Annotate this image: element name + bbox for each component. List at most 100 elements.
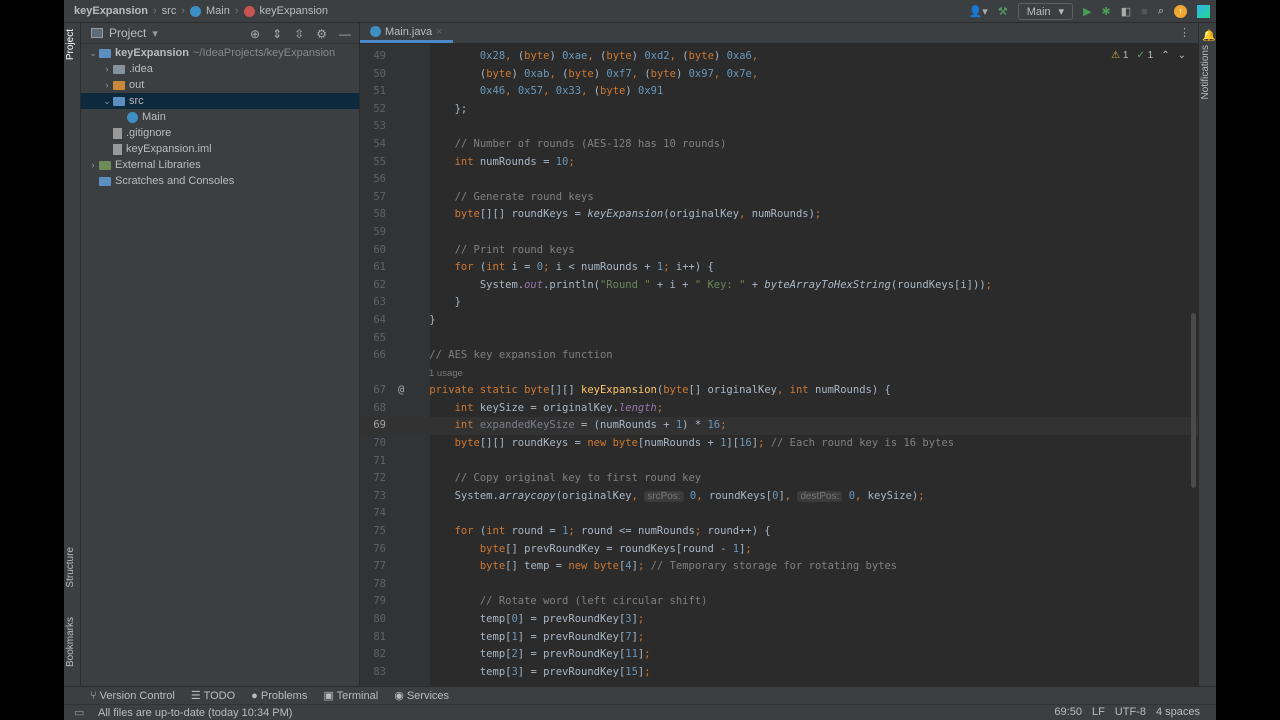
code-line[interactable]: 61 for (int i = 0; i < numRounds + 1; i+… <box>360 259 1198 277</box>
code-line[interactable]: 76 byte[] prevRoundKey = roundKeys[round… <box>360 541 1198 559</box>
tree-item[interactable]: ⌄ keyExpansion ~/IdeaProjects/keyExpansion <box>81 45 359 61</box>
code-token: for <box>404 525 480 538</box>
update-icon[interactable]: ↑ <box>1174 5 1187 18</box>
locate-icon[interactable]: ⊕ <box>250 27 260 41</box>
code-line[interactable]: 79 // Rotate word (left circular shift) <box>360 593 1198 611</box>
stop-icon[interactable]: ■ <box>1141 6 1148 18</box>
code-line[interactable]: 74 <box>360 505 1198 523</box>
tree-item[interactable]: › External Libraries <box>81 157 359 173</box>
code-line[interactable]: 50 (byte) 0xab, (byte) 0xf7, (byte) 0x97… <box>360 66 1198 84</box>
editor-scrollbar[interactable] <box>1191 313 1196 488</box>
vcs-user-icon[interactable]: 👤▾ <box>969 5 988 18</box>
code-line[interactable]: 67 private static byte[][] keyExpansion(… <box>360 382 1198 400</box>
code-line[interactable]: 55 int numRounds = 10; <box>360 154 1198 172</box>
gear-icon[interactable]: ⚙ <box>316 27 327 41</box>
code-line[interactable]: 63 } <box>360 294 1198 312</box>
code-line[interactable]: 71 <box>360 453 1198 471</box>
breadcrumb-src[interactable]: src <box>162 5 177 17</box>
code-line[interactable]: 83 temp[3] = prevRoundKey[15]; <box>360 664 1198 682</box>
project-view-select[interactable]: Project <box>109 26 146 40</box>
expand-arrow-icon[interactable]: › <box>101 64 113 74</box>
code-line[interactable]: 77 byte[] temp = new byte[4]; // Tempora… <box>360 558 1198 576</box>
more-icon[interactable]: ⋮ <box>1179 26 1190 39</box>
tree-item[interactable]: Main <box>81 109 359 125</box>
ide-logo-icon[interactable] <box>1197 5 1210 18</box>
problems-button[interactable]: ● Problems <box>251 690 307 702</box>
code-line[interactable]: 49 0x28, (byte) 0xae, (byte) 0xd2, (byte… <box>360 48 1198 66</box>
code-line[interactable]: 62 System.out.println("Round " + i + " K… <box>360 277 1198 295</box>
warning-count[interactable]: ⚠ 1 <box>1111 50 1128 61</box>
breadcrumb-project[interactable]: keyExpansion <box>74 5 148 17</box>
tree-item[interactable]: keyExpansion.iml <box>81 141 359 157</box>
file-encoding[interactable]: UTF-8 <box>1115 706 1146 718</box>
tree-item[interactable]: Scratches and Consoles <box>81 173 359 189</box>
bookmarks-tool-button[interactable]: Bookmarks <box>65 617 76 667</box>
code-line[interactable]: 69 int expandedKeySize = (numRounds + 1)… <box>360 417 1198 436</box>
expand-arrow-icon[interactable]: › <box>87 160 99 170</box>
run-icon[interactable]: ▶ <box>1083 5 1091 18</box>
collapse-all-icon[interactable]: ⇳ <box>294 27 304 41</box>
code-line[interactable]: 52 }; <box>360 101 1198 119</box>
code-line[interactable]: 70 byte[][] roundKeys = new byte[numRoun… <box>360 435 1198 453</box>
ok-count[interactable]: ✓ 1 <box>1136 50 1153 61</box>
todo-button[interactable]: ☰ TODO <box>191 689 235 702</box>
build-hammer-icon[interactable]: ⚒ <box>998 5 1008 18</box>
notifications-tool-button[interactable]: Notifications <box>1200 45 1211 99</box>
breadcrumb-method[interactable]: keyExpansion <box>260 5 329 17</box>
code-line[interactable]: 78 <box>360 576 1198 594</box>
code-line[interactable]: 72 // Copy original key to first round k… <box>360 470 1198 488</box>
code-line[interactable]: 68 int keySize = originalKey.length; <box>360 400 1198 418</box>
tab-main-java[interactable]: Main.java × <box>360 23 453 43</box>
line-separator[interactable]: LF <box>1092 706 1105 718</box>
prev-highlight-icon[interactable]: ⌃ <box>1161 50 1169 61</box>
code-line[interactable]: 81 temp[1] = prevRoundKey[7]; <box>360 629 1198 647</box>
expand-arrow-icon[interactable]: › <box>101 80 113 90</box>
notifications-icon[interactable]: 🔔 <box>1202 29 1216 42</box>
debug-icon[interactable]: ✱ <box>1102 5 1111 18</box>
tree-item[interactable]: › out <box>81 77 359 93</box>
version-control-button[interactable]: ⑂ Version Control <box>90 690 175 702</box>
code-token: ; <box>745 542 752 555</box>
code-line[interactable]: 60 // Print round keys <box>360 242 1198 260</box>
class-icon <box>190 5 201 17</box>
expand-arrow-icon[interactable]: ⌄ <box>87 48 99 59</box>
search-icon[interactable]: ⌕ <box>1158 5 1164 18</box>
code-line[interactable]: 73 System.arraycopy(originalKey, srcPos:… <box>360 488 1198 506</box>
hide-icon[interactable]: — <box>339 27 351 41</box>
caret-position[interactable]: 69:50 <box>1054 706 1082 718</box>
expand-all-icon[interactable]: ⇕ <box>272 27 282 41</box>
code-line[interactable]: 1 usage <box>360 365 1198 383</box>
breadcrumb-main[interactable]: Main <box>206 5 230 17</box>
code-line[interactable]: 64 } <box>360 312 1198 330</box>
next-highlight-icon[interactable]: ⌄ <box>1178 50 1186 61</box>
code-line[interactable]: 56 <box>360 171 1198 189</box>
code-line[interactable]: 66 // AES key expansion function <box>360 347 1198 365</box>
override-gutter-icon[interactable]: @ <box>398 382 404 400</box>
code-line[interactable]: 51 0x46, 0x57, 0x33, (byte) 0x91 <box>360 83 1198 101</box>
close-icon[interactable]: × <box>436 26 442 38</box>
inspection-widget[interactable]: ⚠ 1 ✓ 1 ⌃ ⌄ <box>1111 50 1186 61</box>
code-line[interactable]: 57 // Generate round keys <box>360 189 1198 207</box>
usage-hint[interactable]: 1 usage <box>429 368 463 379</box>
tree-item[interactable]: ⌄ src <box>81 93 359 109</box>
code-line[interactable]: 53 <box>360 118 1198 136</box>
run-config-select[interactable]: Main ▾ <box>1017 3 1074 20</box>
tree-item[interactable]: .gitignore <box>81 125 359 141</box>
code-line[interactable]: 58 byte[][] roundKeys = keyExpansion(ori… <box>360 206 1198 224</box>
code-line[interactable]: 75 for (int round = 1; round <= numRound… <box>360 523 1198 541</box>
project-tool-button[interactable]: Project <box>65 29 76 60</box>
coverage-icon[interactable]: ◧ <box>1121 5 1131 18</box>
expand-arrow-icon[interactable]: ⌄ <box>101 96 113 107</box>
tree-item[interactable]: › .idea <box>81 61 359 77</box>
code-area[interactable]: 49 0x28, (byte) 0xae, (byte) 0xd2, (byte… <box>360 48 1198 681</box>
structure-tool-button[interactable]: Structure <box>65 547 76 588</box>
code-line[interactable]: 80 temp[0] = prevRoundKey[3]; <box>360 611 1198 629</box>
terminal-button[interactable]: ▣ Terminal <box>323 689 378 702</box>
code-line[interactable]: 59 <box>360 224 1198 242</box>
code-line[interactable]: 65 <box>360 330 1198 348</box>
panel-toggle-icon[interactable]: ▭ <box>74 706 84 719</box>
code-line[interactable]: 54 // Number of rounds (AES-128 has 10 r… <box>360 136 1198 154</box>
code-line[interactable]: 82 temp[2] = prevRoundKey[11]; <box>360 646 1198 664</box>
indent-setting[interactable]: 4 spaces <box>1156 706 1200 718</box>
services-button[interactable]: ◉ Services <box>394 689 449 702</box>
